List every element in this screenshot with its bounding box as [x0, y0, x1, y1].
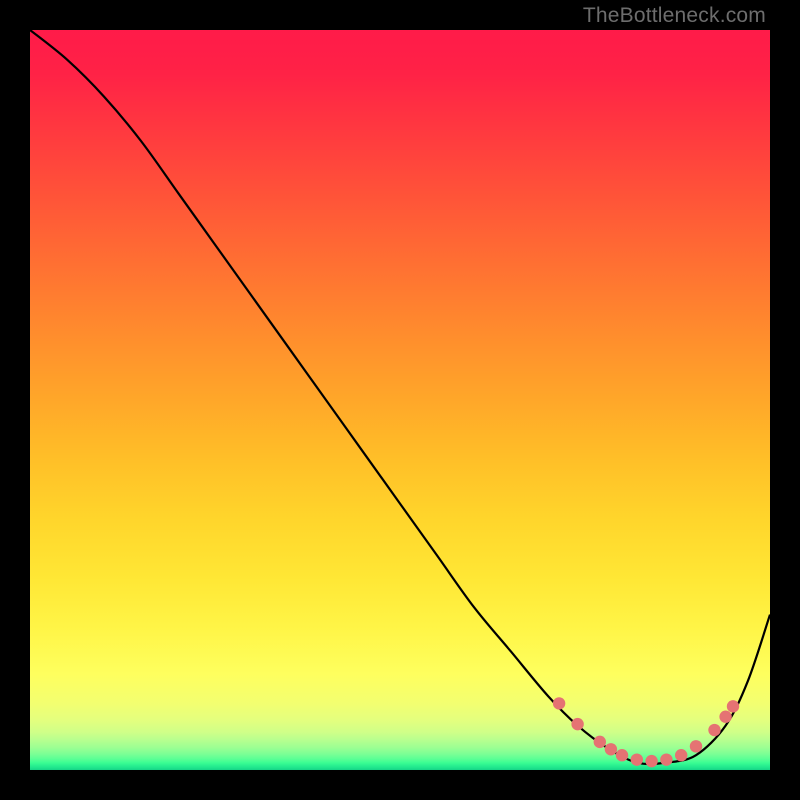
curve-marker-dot — [553, 697, 565, 709]
curve-marker-dot — [660, 753, 672, 765]
curve-marker-dot — [631, 753, 643, 765]
curve-marker-dot — [727, 700, 739, 712]
watermark-text: TheBottleneck.com — [583, 4, 766, 28]
curve-marker-dot — [719, 711, 731, 723]
curve-marker-dot — [708, 724, 720, 736]
chart-frame: TheBottleneck.com — [0, 0, 800, 800]
curve-marker-dot — [616, 749, 628, 761]
curve-marker-dot — [594, 736, 606, 748]
curve-line — [30, 30, 770, 764]
plot-area — [30, 30, 770, 770]
curve-marker-dot — [690, 740, 702, 752]
curve-marker-dot — [645, 755, 657, 767]
curve-marker-dot — [605, 743, 617, 755]
bottleneck-curve — [30, 30, 770, 770]
curve-marker-dot — [675, 749, 687, 761]
curve-marker-dot — [571, 718, 583, 730]
curve-markers — [553, 697, 739, 767]
